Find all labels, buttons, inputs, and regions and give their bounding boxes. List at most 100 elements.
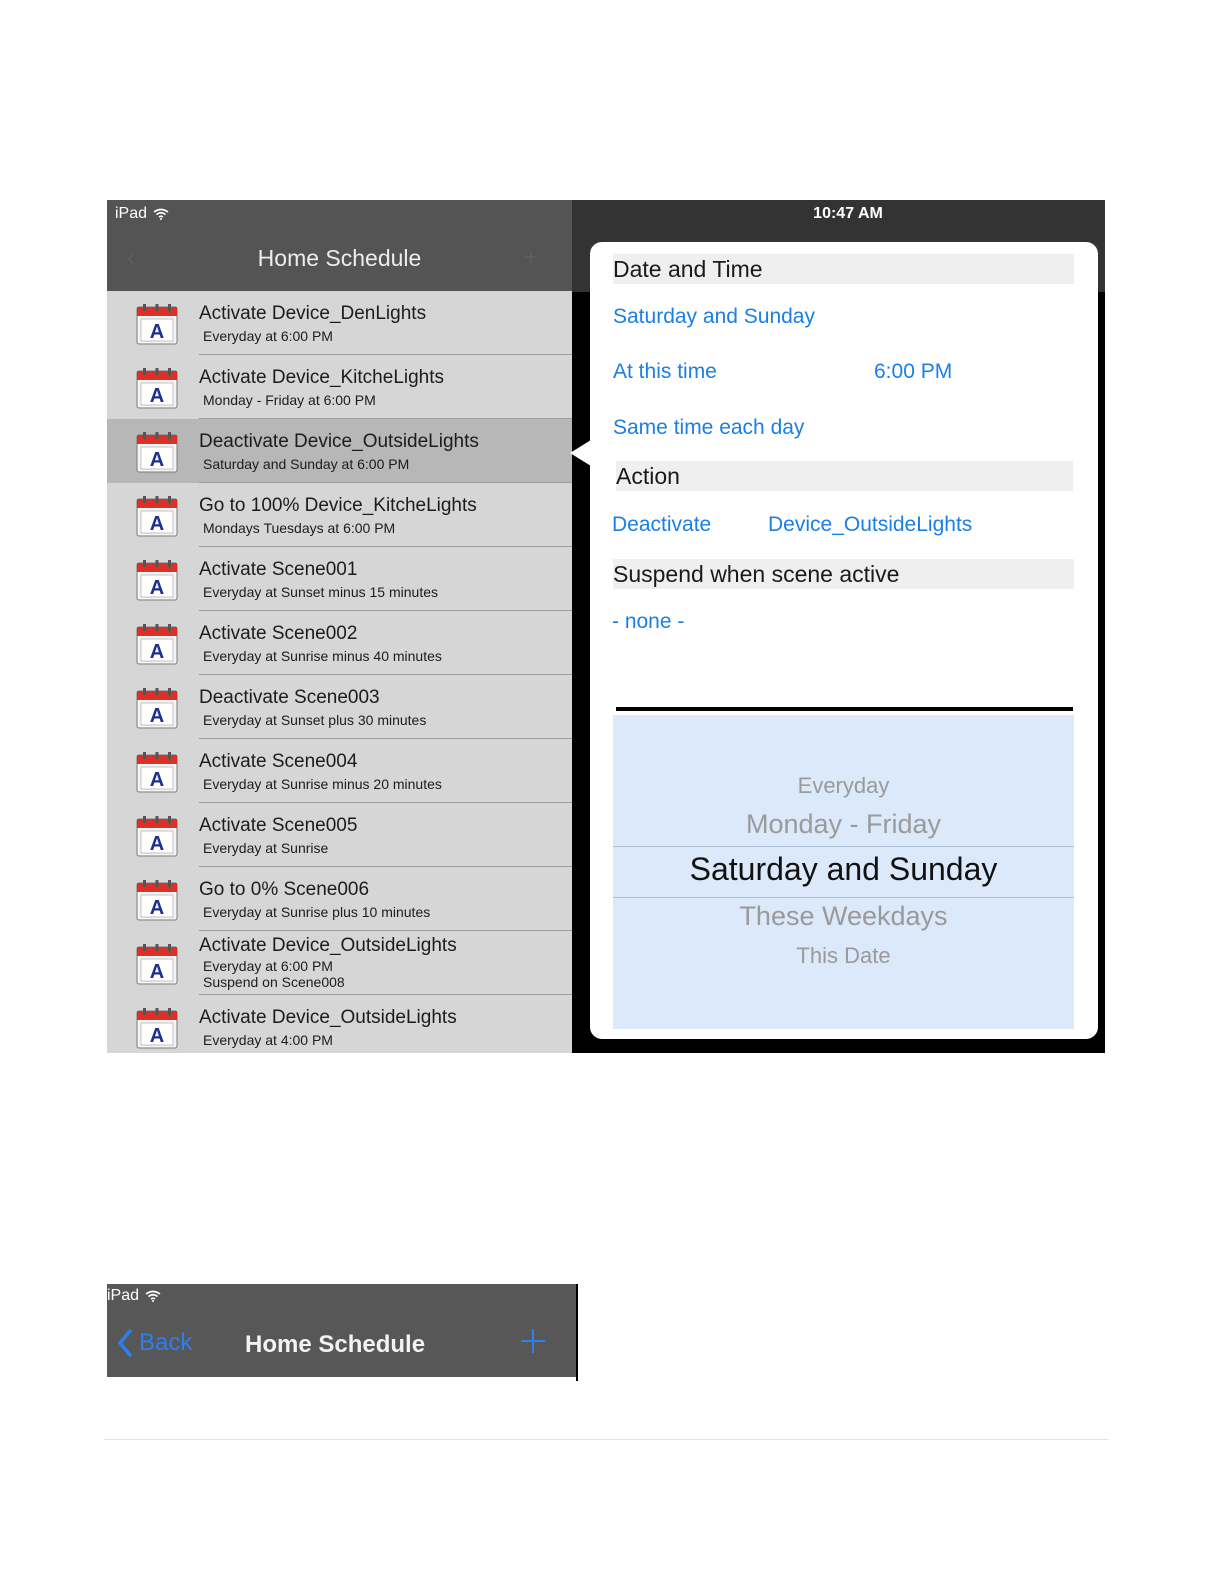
svg-text:A: A xyxy=(150,961,164,983)
calendar-icon: A xyxy=(136,624,178,665)
schedule-row[interactable]: A Deactivate Device_OutsideLights Saturda… xyxy=(107,419,572,483)
page-divider xyxy=(104,1439,1108,1440)
carrier-label: iPad xyxy=(107,1287,140,1304)
schedule-row[interactable]: A Activate Device_KitcheLights Monday - F… xyxy=(107,355,572,419)
schedule-row[interactable]: A Activate Scene004 Everyday at Sunrise m… xyxy=(107,739,572,803)
days-value-link[interactable]: Saturday and Sunday xyxy=(613,305,815,329)
schedule-row[interactable]: A Go to 0% Scene006 Everyday at Sunrise p… xyxy=(107,867,572,931)
svg-text:A: A xyxy=(150,705,164,727)
back-button-label: Back xyxy=(139,1329,193,1356)
back-button[interactable]: Back xyxy=(117,1328,192,1358)
picker-option-selected[interactable]: Saturday and Sunday xyxy=(613,851,1074,888)
chevron-left-icon xyxy=(118,1329,132,1357)
calendar-icon: A xyxy=(136,688,178,729)
schedule-row-subtitle: Everyday at Sunrise minus 20 minutes xyxy=(203,776,442,792)
schedule-row-subtitle: Everyday at Sunset minus 15 minutes xyxy=(203,584,438,600)
schedule-list: A Activate Device_DenLights Everyday at 6… xyxy=(107,291,572,1053)
calendar-icon: A xyxy=(136,816,178,857)
svg-text:A: A xyxy=(150,513,164,535)
schedule-row-subtitle-line: Everyday at Sunset plus 30 minutes xyxy=(203,712,427,728)
schedule-row-subtitle: Mondays Tuesdays at 6:00 PM xyxy=(203,520,395,536)
schedule-row[interactable]: A Activate Device_OutsideLights Everyday … xyxy=(107,995,572,1053)
action-header: Action xyxy=(616,461,1073,491)
schedule-row[interactable]: A Deactivate Scene003 Everyday at Sunset … xyxy=(107,675,572,739)
picker-option-everyday[interactable]: Everyday xyxy=(613,773,1074,799)
schedule-row-subtitle: Saturday and Sunday at 6:00 PM xyxy=(203,456,409,472)
picker-selection-rule-top xyxy=(613,846,1074,847)
screenshot-edge xyxy=(576,1284,578,1381)
page-title: Home Schedule xyxy=(257,245,422,271)
status-time: 10:47 AM xyxy=(813,205,883,222)
calendar-icon: A xyxy=(136,368,178,409)
schedule-row[interactable]: A Activate Device_DenLights Everyday at 6… xyxy=(107,291,572,355)
svg-text:A: A xyxy=(150,769,164,791)
picker-option-these-weekdays[interactable]: These Weekdays xyxy=(613,901,1074,932)
schedule-row-subtitle: Everyday at 4:00 PM xyxy=(203,1032,333,1048)
schedule-row-subtitle-line: Mondays Tuesdays at 6:00 PM xyxy=(203,520,396,536)
schedule-row-title: Deactivate Scene003 xyxy=(199,687,380,708)
schedule-row-title: Deactivate Device_OutsideLights xyxy=(199,431,479,452)
schedule-row-subtitle-line: Monday - Friday at 6:00 PM xyxy=(203,392,376,408)
picker-selection-rule-bottom xyxy=(613,897,1074,898)
schedule-row-title: Activate Device_DenLights xyxy=(199,303,427,324)
schedule-row-subtitle-line: Everyday at Sunrise plus 10 minutes xyxy=(203,904,431,920)
schedule-row-subtitle-line: Everyday at 6:00 PM xyxy=(203,958,333,974)
svg-text:A: A xyxy=(150,1025,164,1047)
schedule-row-title: Go to 0% Scene006 xyxy=(199,879,370,900)
schedule-row[interactable]: A Activate Device_OutsideLights Everyday … xyxy=(107,931,572,995)
schedule-row-title: Activate Scene005 xyxy=(199,815,358,836)
calendar-icon: A xyxy=(136,432,178,473)
action-value-link[interactable]: Deactivate xyxy=(612,513,711,537)
calendar-icon: A xyxy=(136,560,178,601)
time-value-link[interactable]: 6:00 PM xyxy=(874,360,952,384)
calendar-icon: A xyxy=(136,752,178,793)
svg-text:A: A xyxy=(150,577,164,599)
day-picker[interactable]: Everyday Monday - Friday Saturday and Su… xyxy=(613,715,1074,1029)
suspend-header: Suspend when scene active xyxy=(613,559,1074,589)
time-label-link[interactable]: At this time xyxy=(613,360,717,384)
schedule-row-subtitle: Monday - Friday at 6:00 PM xyxy=(203,392,376,408)
schedule-row-title: Activate Device_OutsideLights xyxy=(199,1007,457,1028)
status-bar-left: iPad xyxy=(107,1287,161,1305)
schedule-row-subtitle-line-2: Suspend on Scene008 xyxy=(203,974,345,990)
picker-option-this-date[interactable]: This Date xyxy=(613,943,1074,969)
suspend-value-link[interactable]: - none - xyxy=(612,610,684,634)
target-device-link[interactable]: Device_OutsideLights xyxy=(768,513,972,537)
svg-text:A: A xyxy=(150,833,164,855)
ipad-screenshot-main: iPad ‹ Home Schedule + A Activate Device… xyxy=(107,200,1105,1053)
schedule-row-subtitle-line: Everyday at Sunrise minus 20 minutes xyxy=(203,776,442,792)
picker-option-weekdays[interactable]: Monday - Friday xyxy=(613,809,1074,840)
schedule-detail-popover: Date and Time Saturday and Sunday At thi… xyxy=(590,242,1098,1039)
svg-text:A: A xyxy=(150,321,164,343)
schedule-row[interactable]: A Activate Scene002 Everyday at Sunrise m… xyxy=(107,611,572,675)
schedule-row-subtitle: Everyday at Sunrise plus 10 minutes xyxy=(203,904,430,920)
carrier-label: iPad xyxy=(115,205,148,222)
schedule-row-title: Activate Device_KitcheLights xyxy=(199,367,445,388)
schedule-row-subtitle-line: Everyday at 4:00 PM xyxy=(203,1032,333,1048)
wifi-icon xyxy=(153,208,169,220)
schedule-row-subtitle: Everyday at Sunrise minus 40 minutes xyxy=(203,648,442,664)
calendar-icon: A xyxy=(136,880,178,921)
schedule-row-subtitle: Everyday at 6:00 PM xyxy=(203,328,333,344)
schedule-row-subtitle-line: Saturday and Sunday at 6:00 PM xyxy=(203,456,410,472)
schedule-row-subtitle-line: Everyday at 6:00 PM xyxy=(203,328,333,344)
ipad-nav-bar-screenshot: iPad Back Home Schedule xyxy=(107,1284,578,1381)
schedule-row[interactable]: A Activate Scene001 Everyday at Sunset mi… xyxy=(107,547,572,611)
calendar-icon: A xyxy=(136,1008,178,1049)
list-nav-bar: iPad ‹ Home Schedule + xyxy=(107,200,572,291)
repeat-value-link[interactable]: Same time each day xyxy=(613,416,804,440)
calendar-icon: A xyxy=(136,944,178,985)
schedule-row[interactable]: A Go to 100% Device_KitcheLights Mondays … xyxy=(107,483,572,547)
schedule-row-subtitle-line: Everyday at Sunrise minus 40 minutes xyxy=(203,648,442,664)
action-header-label: Action xyxy=(616,463,680,489)
add-button-faded[interactable]: + xyxy=(524,244,538,272)
schedule-row[interactable]: A Activate Scene005 Everyday at Sunrise xyxy=(107,803,572,867)
svg-text:A: A xyxy=(150,385,164,407)
schedule-row-title: Activate Device_OutsideLights xyxy=(199,935,457,956)
add-button[interactable] xyxy=(519,1327,547,1355)
calendar-icon: A xyxy=(136,496,178,537)
svg-text:A: A xyxy=(150,641,164,663)
svg-text:A: A xyxy=(150,897,164,919)
schedule-row-title: Activate Scene001 xyxy=(199,559,358,580)
page-title: Home Schedule xyxy=(245,1331,426,1358)
